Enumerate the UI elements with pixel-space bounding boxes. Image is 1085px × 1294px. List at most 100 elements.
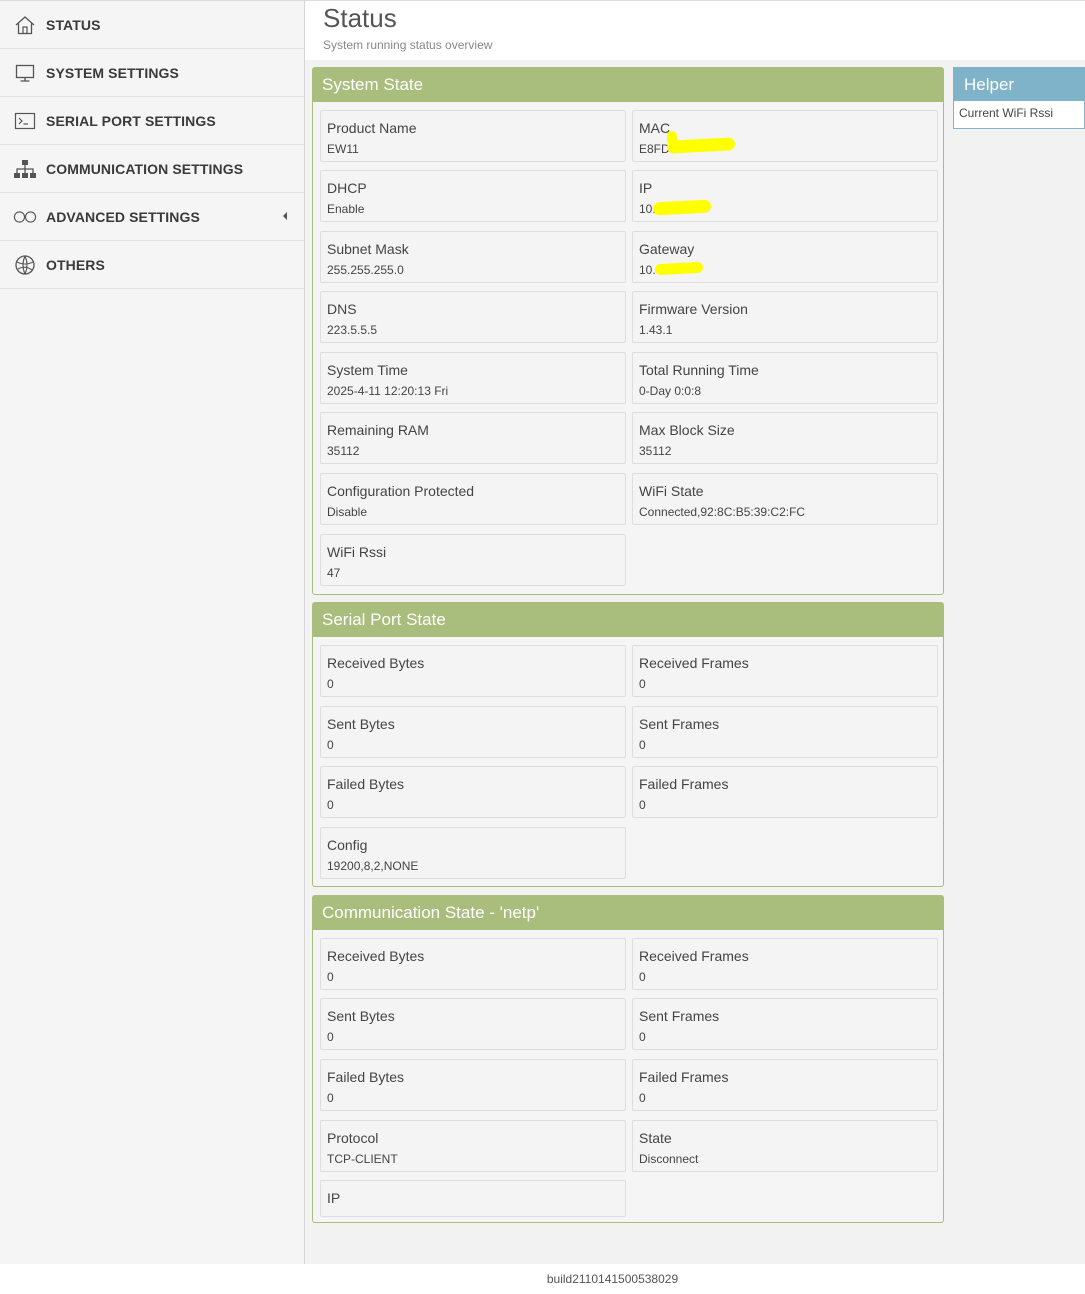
helper-panel: Helper Current WiFi Rssi xyxy=(953,67,1085,129)
redaction-mark xyxy=(654,261,704,276)
card-value: 0 xyxy=(327,1030,334,1044)
sidebar-item-label: ADVANCED SETTINGS xyxy=(46,208,200,225)
card-label: Received Frames xyxy=(639,948,749,964)
status-card-subnet-mask: Subnet Mask 255.255.255.0 xyxy=(320,231,626,283)
card-label: Failed Frames xyxy=(639,776,729,792)
card-label: Max Block Size xyxy=(639,422,735,438)
status-card-failed-frames: Failed Frames 0 xyxy=(632,766,938,818)
card-value: 0 xyxy=(639,1030,646,1044)
status-card-sent-frames: Sent Frames 0 xyxy=(632,998,938,1050)
status-card-mac: MAC E8FD xyxy=(632,110,938,162)
card-value: 0 xyxy=(327,677,334,691)
infinity-icon xyxy=(13,206,37,228)
build-info: build2110141500538029 xyxy=(0,1264,1085,1290)
sidebar-item-status[interactable]: STATUS xyxy=(0,1,304,49)
status-card-sent-bytes: Sent Bytes 0 xyxy=(320,706,626,758)
card-value: E8FD xyxy=(639,142,670,156)
card-label: Failed Bytes xyxy=(327,776,405,792)
main-content: Status System running status overview Sy… xyxy=(305,1,1085,1264)
status-card-dns: DNS 223.5.5.5 xyxy=(320,291,626,343)
sidebar: STATUS SYSTEM SETTINGS SERIAL PORT SETTI… xyxy=(0,1,305,1264)
card-value: EW11 xyxy=(327,142,359,156)
sidebar-item-label: STATUS xyxy=(46,16,101,33)
card-label: Subnet Mask xyxy=(327,241,409,257)
status-card-received-bytes: Received Bytes 0 xyxy=(320,938,626,990)
card-label: MAC xyxy=(639,120,671,136)
card-label: Sent Bytes xyxy=(327,1008,395,1024)
status-card-ip: IP 10. xyxy=(632,170,938,222)
card-label: Received Bytes xyxy=(327,655,425,671)
panel-title: Communication State - 'netp' xyxy=(313,896,943,930)
status-card-remaining-ram: Remaining RAM 35112 xyxy=(320,412,626,464)
panel-title: System State xyxy=(313,68,943,102)
card-label: IP xyxy=(327,1190,341,1206)
card-value: Enable xyxy=(327,202,365,216)
status-card-sent-bytes: Sent Bytes 0 xyxy=(320,998,626,1050)
status-card-protocol: Protocol TCP-CLIENT xyxy=(320,1120,626,1172)
card-label: Sent Frames xyxy=(639,1008,720,1024)
status-card-wifi-state: WiFi State Connected,92:8C:B5:39:C2:FC xyxy=(632,473,938,525)
card-value: 10. xyxy=(639,263,656,277)
card-value: 0 xyxy=(639,738,646,752)
page-subtitle: System running status overview xyxy=(323,38,493,52)
status-card-sent-frames: Sent Frames 0 xyxy=(632,706,938,758)
serial-port-state-panel: Serial Port State Received Bytes 0 Recei… xyxy=(312,602,944,887)
status-card-gateway: Gateway 10. xyxy=(632,231,938,283)
globe-icon xyxy=(13,254,37,276)
status-card-received-frames: Received Frames 0 xyxy=(632,938,938,990)
card-value: 0 xyxy=(639,970,646,984)
system-state-panel: System State Product Name EW11 MAC E8FD … xyxy=(312,67,944,595)
card-value: 2025-4-11 12:20:13 Fri xyxy=(327,384,449,398)
card-value: 0 xyxy=(639,798,646,812)
status-card-system-time: System Time 2025-4-11 12:20:13 Fri xyxy=(320,352,626,404)
terminal-icon xyxy=(13,110,37,132)
status-card-total-running-time: Total Running Time 0-Day 0:0:8 xyxy=(632,352,938,404)
status-card-received-frames: Received Frames 0 xyxy=(632,645,938,697)
card-value: Disable xyxy=(327,505,368,519)
status-card-dhcp: DHCP Enable xyxy=(320,170,626,222)
card-label: WiFi State xyxy=(639,483,704,499)
card-label: Sent Frames xyxy=(639,716,720,732)
redaction-mark xyxy=(666,130,678,146)
card-label: Gateway xyxy=(639,241,695,257)
card-value: Connected,92:8C:B5:39:C2:FC xyxy=(639,505,806,519)
status-card-failed-frames: Failed Frames 0 xyxy=(632,1059,938,1111)
status-card-wifi-rssi[interactable]: WiFi Rssi 47 xyxy=(320,534,626,586)
sidebar-item-others[interactable]: OTHERS xyxy=(0,241,304,289)
sidebar-item-label: SYSTEM SETTINGS xyxy=(46,64,179,81)
card-label: Sent Bytes xyxy=(327,716,395,732)
card-value: TCP-CLIENT xyxy=(327,1152,398,1166)
status-card-max-block-size: Max Block Size 35112 xyxy=(632,412,938,464)
status-card-config: Config 19200,8,2,NONE xyxy=(320,827,626,879)
redaction-mark xyxy=(652,199,712,216)
status-card-state: State Disconnect xyxy=(632,1120,938,1172)
card-value: 0 xyxy=(639,1091,646,1105)
card-label: System Time xyxy=(327,362,408,378)
sidebar-item-communication-settings[interactable]: COMMUNICATION SETTINGS xyxy=(0,145,304,193)
sidebar-item-label: OTHERS xyxy=(46,256,105,273)
page-header: Status System running status overview xyxy=(305,1,1085,60)
card-label: DNS xyxy=(327,301,357,317)
status-card-failed-bytes: Failed Bytes 0 xyxy=(320,1059,626,1111)
card-value: 35112 xyxy=(639,444,672,458)
sidebar-item-system-settings[interactable]: SYSTEM SETTINGS xyxy=(0,49,304,97)
card-label: Configuration Protected xyxy=(327,483,475,499)
status-card-failed-bytes: Failed Bytes 0 xyxy=(320,766,626,818)
card-label: Protocol xyxy=(327,1130,379,1146)
card-label: State xyxy=(639,1130,672,1146)
card-value: 35112 xyxy=(327,444,360,458)
card-label: Product Name xyxy=(327,120,417,136)
network-icon xyxy=(13,158,37,180)
card-value: 255.255.255.0 xyxy=(327,263,404,277)
sidebar-item-advanced-settings[interactable]: ADVANCED SETTINGS xyxy=(0,193,304,241)
card-label: Remaining RAM xyxy=(327,422,429,438)
card-value: 0-Day 0:0:8 xyxy=(639,384,702,398)
card-label: Failed Bytes xyxy=(327,1069,405,1085)
card-value: Disconnect xyxy=(639,1152,699,1166)
card-value: 19200,8,2,NONE xyxy=(327,859,419,873)
sidebar-item-serial-port-settings[interactable]: SERIAL PORT SETTINGS xyxy=(0,97,304,145)
card-label: Firmware Version xyxy=(639,301,748,317)
card-value: 0 xyxy=(639,677,646,691)
card-label: WiFi Rssi xyxy=(327,544,387,560)
status-card-received-bytes: Received Bytes 0 xyxy=(320,645,626,697)
